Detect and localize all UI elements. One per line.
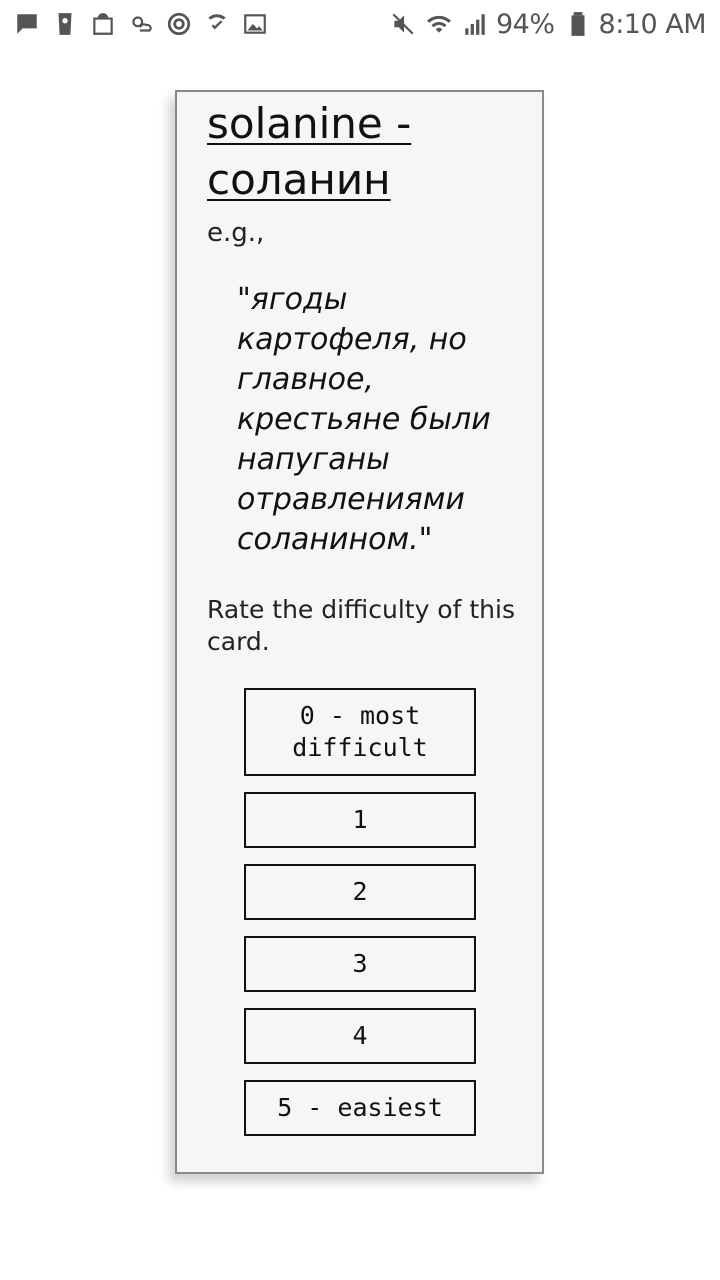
rate-prompt: Rate the difficulty of this card. (207, 595, 515, 656)
flashcard-content: solanine - соланин e.g., "ягоды картофел… (207, 92, 527, 658)
app-icon (52, 11, 78, 37)
difficulty-0-button[interactable]: 0 - most difficult (244, 688, 476, 776)
difficulty-2-button[interactable]: 2 (244, 864, 476, 920)
shopping-bag-icon (90, 11, 116, 37)
image-icon (242, 11, 268, 37)
example-quote: "ягоды картофеля, но главное, крестьяне … (237, 282, 491, 557)
battery-percent: 94% (496, 8, 555, 40)
card-title: solanine - соланин (207, 99, 412, 204)
wifi-call-icon (204, 11, 230, 37)
status-right-icons: 94% 8:10 AM (380, 8, 707, 40)
difficulty-5-button[interactable]: 5 - easiest (244, 1080, 476, 1136)
weather-icon (128, 11, 154, 37)
message-icon (14, 11, 40, 37)
sync-icon (166, 11, 192, 37)
example-label: e.g., (207, 218, 265, 248)
difficulty-1-button[interactable]: 1 (244, 792, 476, 848)
wifi-icon (426, 11, 452, 37)
signal-icon (462, 11, 488, 37)
difficulty-4-button[interactable]: 4 (244, 1008, 476, 1064)
difficulty-3-button[interactable]: 3 (244, 936, 476, 992)
status-left-icons (14, 11, 280, 37)
status-bar: 94% 8:10 AM (0, 0, 720, 48)
battery-icon (565, 11, 591, 37)
mute-icon (390, 11, 416, 37)
clock-time: 8:10 AM (598, 8, 707, 40)
